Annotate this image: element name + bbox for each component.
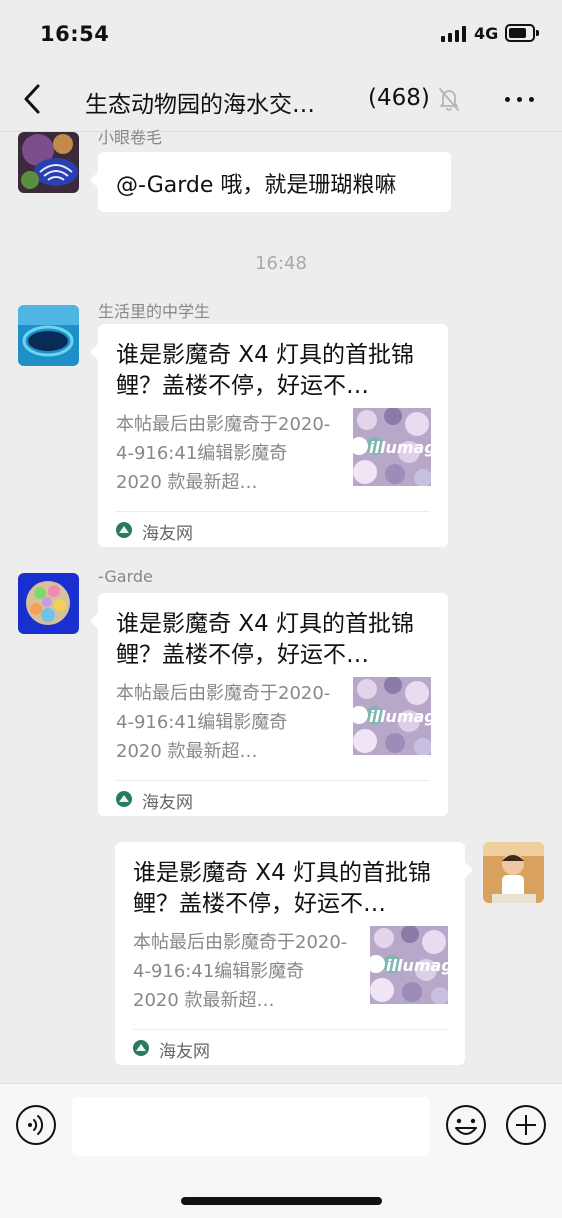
home-indicator[interactable] xyxy=(181,1197,382,1205)
chat-title[interactable]: 生态动物园的海水交… xyxy=(85,85,315,119)
chat-header: 生态动物园的海水交… (468) xyxy=(0,68,562,132)
self-avatar[interactable] xyxy=(483,842,544,903)
haiyou-logo-icon xyxy=(116,791,132,807)
svg-text:illumag: illumag xyxy=(369,438,431,457)
emoji-icon[interactable] xyxy=(445,1104,487,1146)
link-title: 谁是影魔奇 X4 灯具的首批锦鲤？盖楼不停，好运不… xyxy=(116,611,415,668)
avatar[interactable] xyxy=(18,132,79,193)
sender-name: 生活里的中学生 xyxy=(98,302,211,321)
avatar[interactable] xyxy=(18,573,79,634)
link-card[interactable]: 谁是影魔奇 X4 灯具的首批锦鲤？盖楼不停，好运不… 本帖最后由影魔奇于2020… xyxy=(90,324,448,547)
haiyou-logo-icon xyxy=(116,522,132,538)
link-title: 谁是影魔奇 X4 灯具的首批锦鲤？盖楼不停，好运不… xyxy=(116,342,415,399)
svg-text:illumag: illumag xyxy=(386,956,448,975)
svg-text:illumag: illumag xyxy=(369,707,431,726)
bell-slash-icon xyxy=(439,88,459,111)
sender-name: -Garde xyxy=(98,567,153,586)
text-message-bubble[interactable]: @-Garde 哦，就是珊瑚粮嘛 xyxy=(90,152,451,212)
link-description: 本帖最后由影魔奇于2020-4-916:41编辑影魔奇 2020 款最新超… xyxy=(133,932,348,1011)
link-description: 本帖最后由影魔奇于2020-4-916:41编辑影魔奇 2020 款最新超… xyxy=(116,683,331,762)
status-time: 16:54 xyxy=(40,22,110,46)
haiyou-logo-icon xyxy=(133,1040,149,1056)
link-source-label: 海友网 xyxy=(142,793,193,813)
message-input[interactable] xyxy=(72,1097,430,1156)
network-type: 4G xyxy=(474,24,499,43)
message-text: @-Garde 哦，就是珊瑚粮嘛 xyxy=(116,173,397,198)
member-count: (468) xyxy=(368,85,430,111)
plus-circle-icon[interactable] xyxy=(505,1104,547,1146)
status-bar: 16:54 4G xyxy=(0,0,562,68)
voice-icon[interactable] xyxy=(15,1104,57,1146)
link-card[interactable]: 谁是影魔奇 X4 灯具的首批锦鲤？盖楼不停，好运不… 本帖最后由影魔奇于2020… xyxy=(115,842,473,1065)
link-source-label: 海友网 xyxy=(159,1042,210,1062)
signal-strength-icon xyxy=(441,26,467,42)
link-description: 本帖最后由影魔奇于2020-4-916:41编辑影魔奇 2020 款最新超… xyxy=(116,414,331,493)
more-options-button[interactable] xyxy=(503,84,537,114)
link-thumbnail: illumag xyxy=(353,677,431,755)
link-source-label: 海友网 xyxy=(142,524,193,544)
message-timestamp: 16:48 xyxy=(255,253,307,274)
link-title: 谁是影魔奇 X4 灯具的首批锦鲤？盖楼不停，好运不… xyxy=(133,860,432,917)
link-thumbnail: illumag xyxy=(353,408,431,486)
battery-icon xyxy=(505,24,535,42)
back-icon[interactable] xyxy=(18,82,48,116)
link-thumbnail: illumag xyxy=(370,926,448,1004)
link-card[interactable]: 谁是影魔奇 X4 灯具的首批锦鲤？盖楼不停，好运不… 本帖最后由影魔奇于2020… xyxy=(90,593,448,816)
sender-name: 小眼卷毛 xyxy=(98,128,163,147)
avatar[interactable] xyxy=(18,305,79,366)
